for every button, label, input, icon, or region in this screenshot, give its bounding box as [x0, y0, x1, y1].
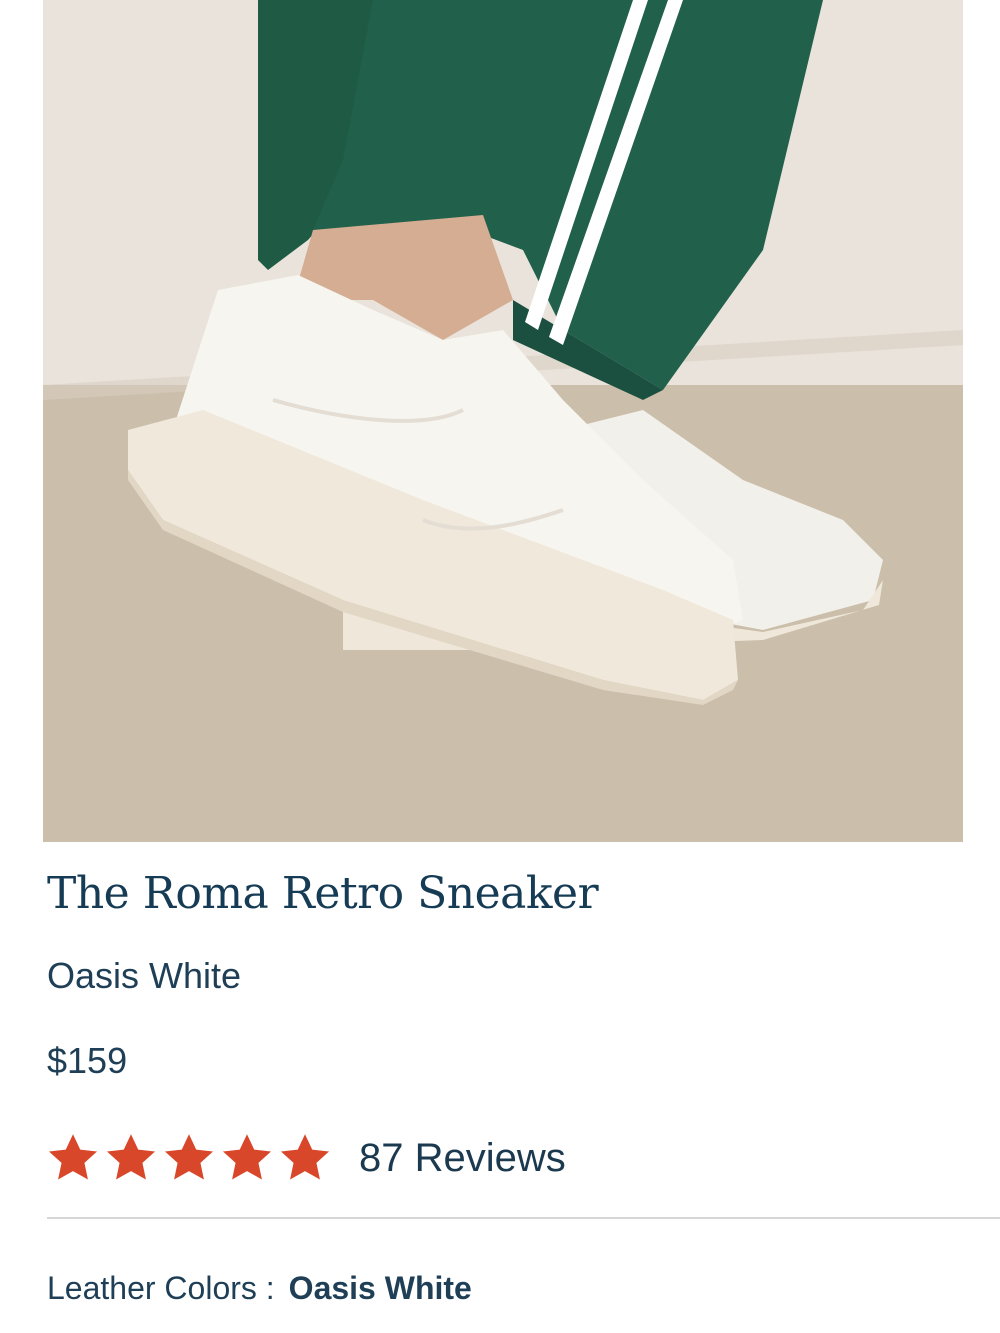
star-icon [277, 1130, 333, 1186]
product-image[interactable] [43, 0, 963, 842]
product-color-name: Oasis White [47, 955, 242, 996]
sneaker-photo [43, 0, 963, 842]
leather-colors-row: Leather Colors : Oasis White [47, 1270, 472, 1307]
star-icon [219, 1130, 275, 1186]
rating-row[interactable]: 87 Reviews [45, 1126, 566, 1190]
product-price: $159 [47, 1040, 128, 1081]
star-icon [103, 1130, 159, 1186]
divider [47, 1217, 1000, 1219]
star-rating [45, 1130, 333, 1186]
star-icon [45, 1130, 101, 1186]
star-icon [161, 1130, 217, 1186]
leather-colors-selected: Oasis White [288, 1270, 472, 1306]
reviews-link[interactable]: 87 Reviews [359, 1136, 566, 1181]
leather-colors-label: Leather Colors : [47, 1270, 275, 1306]
product-title: The Roma Retro Sneaker [47, 868, 599, 919]
